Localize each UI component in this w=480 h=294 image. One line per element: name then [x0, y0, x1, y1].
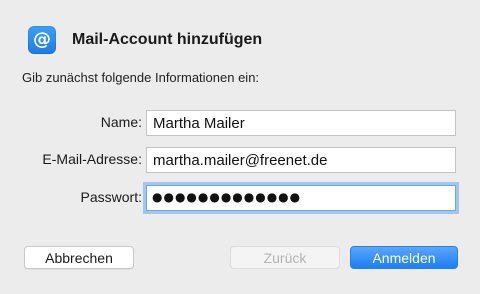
at-sign-glyph: @ [33, 28, 51, 50]
email-row: E-Mail-Adresse: [0, 147, 480, 173]
password-row: Passwort: ●●●●●●●●●●●●● [0, 185, 480, 211]
password-field[interactable] [146, 185, 456, 211]
email-label: E-Mail-Adresse: [42, 151, 142, 167]
add-mail-account-dialog: @ Mail-Account hinzufügen Gib zunächst f… [0, 0, 480, 294]
password-label: Passwort: [80, 189, 142, 205]
cancel-button[interactable]: Abbrechen [24, 246, 134, 269]
back-button[interactable]: Zurück [230, 246, 340, 269]
login-button[interactable]: Anmelden [350, 246, 458, 269]
name-label: Name: [100, 114, 142, 130]
mail-at-icon: @ [28, 26, 56, 54]
email-field[interactable] [146, 147, 456, 173]
name-field[interactable] [146, 110, 456, 136]
intro-text: Gib zunächst folgende Informationen ein: [22, 70, 260, 85]
name-row: Name: [0, 110, 480, 136]
dialog-title: Mail-Account hinzufügen [72, 31, 263, 48]
